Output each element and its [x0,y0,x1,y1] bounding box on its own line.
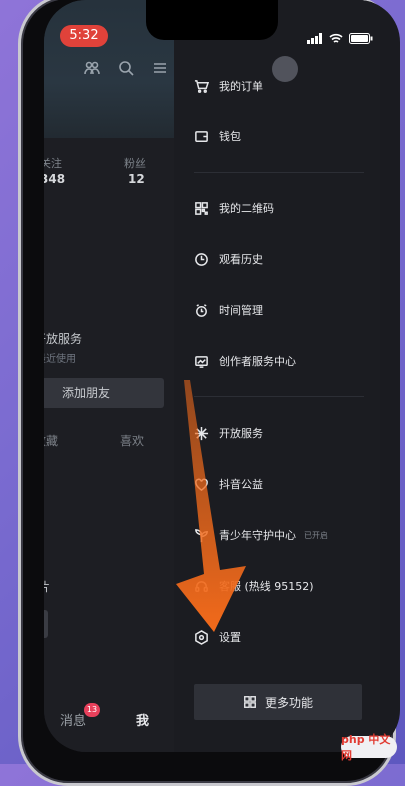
following-count[interactable]: 348 [44,172,65,186]
more-features-label: 更多功能 [264,695,313,710]
side-drawer: 我的订单 钱包 我的二维码 观看历史 时间管理 创作者服务中心 开放服务 抖音公… [174,0,380,752]
works-thumbnail[interactable] [44,610,48,638]
drawer-item-charity[interactable]: 抖音公益 [194,474,263,494]
drawer-item-time-management[interactable]: 时间管理 [194,300,263,320]
drawer-item-label: 创作者服务中心 [219,355,296,368]
open-service-title[interactable]: 开放服务 [44,330,82,347]
drawer-divider [194,396,364,397]
drawer-item-settings[interactable]: 设置 [194,627,241,647]
drawer-item-label: 钱包 [219,130,241,143]
drawer-item-qrcode[interactable]: 我的二维码 [194,198,274,218]
messages-badge: 13 [84,703,100,717]
works-label: 片 [44,580,51,594]
headset-icon [195,580,208,592]
wifi-icon [329,33,343,43]
status-icons [307,31,373,45]
followers-label: 粉丝 [124,157,146,170]
tab-likes[interactable]: 喜欢 [120,432,144,449]
drawer-item-wallet[interactable]: 钱包 [194,126,241,146]
sprout-icon [195,528,208,542]
phone-screen: 关注 348 粉丝 12 开放服务 最近使用 添加朋友 收藏 喜欢 片 消息 1… [44,0,400,752]
wallet-icon [195,130,208,142]
search-icon[interactable] [118,60,134,76]
floating-avatar[interactable] [272,56,298,82]
drawer-item-label: 青少年守护中心 [219,529,296,542]
friends-icon[interactable] [84,60,100,76]
gear-icon [195,629,208,645]
drawer-item-label: 抖音公益 [219,478,263,491]
drawer-item-customer-service[interactable]: 客服 (热线 95152) [194,576,314,596]
drawer-item-label: 客服 (热线 95152) [219,580,314,593]
battery-icon [349,32,373,44]
heart-icon [195,478,208,491]
drawer-item-open-services[interactable]: 开放服务 [194,423,263,443]
youth-mode-status: 已开启 [304,530,328,540]
more-features-button[interactable]: 更多功能 [194,684,362,720]
qrcode-icon [195,201,208,215]
drawer-item-label: 设置 [219,631,241,644]
drawer-item-label: 观看历史 [219,253,263,266]
nav-me[interactable]: 我 [136,710,149,729]
alarm-icon [196,303,207,317]
followers-count[interactable]: 12 [128,172,145,186]
camera-notch [146,0,278,40]
drawer-item-label: 我的订单 [219,80,263,93]
drawer-item-label: 时间管理 [219,304,263,317]
drawer-item-youth-protection[interactable]: 青少年守护中心 已开启 [194,525,328,545]
drawer-item-orders[interactable]: 我的订单 [194,76,263,96]
add-friend-button[interactable]: 添加朋友 [44,378,164,408]
tab-favorites[interactable]: 收藏 [44,432,58,449]
following-label: 关注 [44,157,62,170]
open-service-sub: 最近使用 [44,354,76,365]
menu-icon[interactable] [152,60,168,76]
status-time: 5:32 [60,25,108,47]
cart-icon [194,79,209,93]
profile-panel: 关注 348 粉丝 12 开放服务 最近使用 添加朋友 收藏 喜欢 片 消息 1… [44,0,194,752]
drawer-item-label: 我的二维码 [219,202,274,215]
sparkle-icon [194,426,209,440]
drawer-item-creator-center[interactable]: 创作者服务中心 [194,351,296,371]
nav-messages[interactable]: 消息 [60,710,86,729]
grid-icon [244,696,256,708]
drawer-divider [194,172,364,173]
drawer-item-history[interactable]: 观看历史 [194,249,263,269]
clock-icon [195,252,208,266]
chart-icon [195,355,208,368]
profile-top-icons [84,60,168,76]
signal-icon [307,32,322,44]
watermark-logo: php 中文网 [341,733,397,762]
drawer-item-label: 开放服务 [219,427,263,440]
